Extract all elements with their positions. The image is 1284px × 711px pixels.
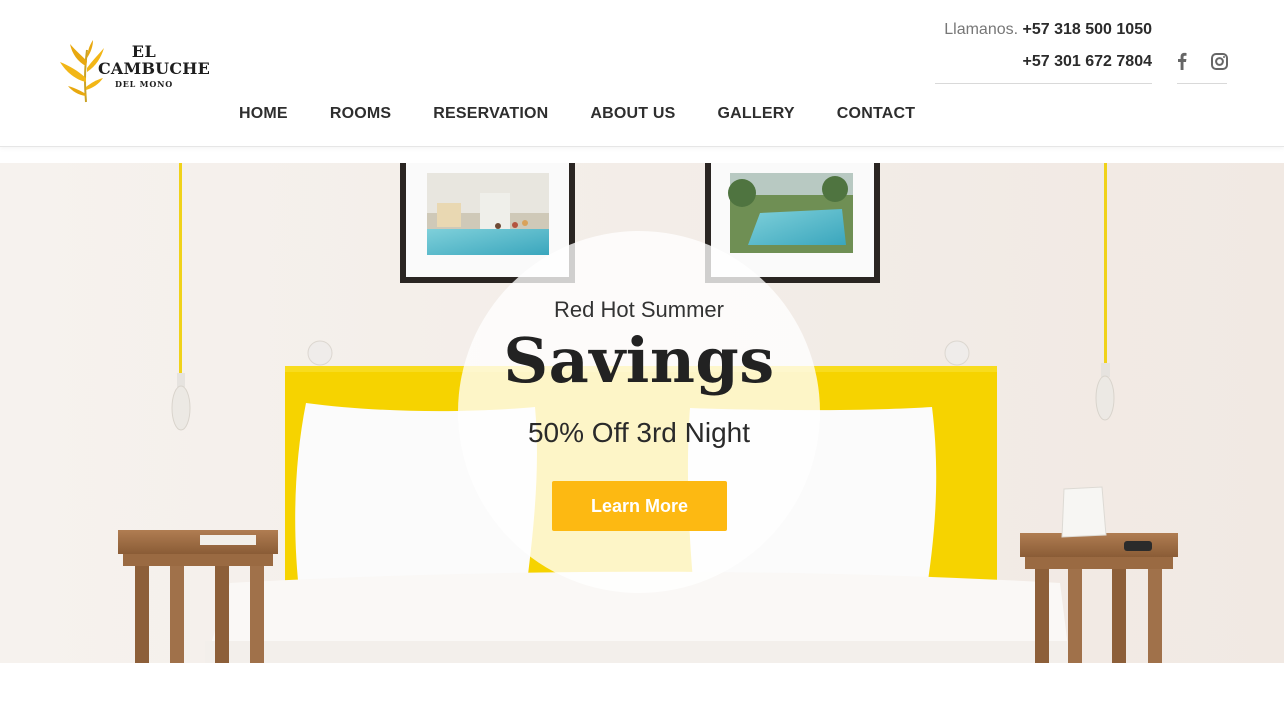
- learn-more-button[interactable]: Learn More: [552, 481, 727, 531]
- nav-gallery[interactable]: GALLERY: [697, 100, 816, 130]
- nav-contact[interactable]: CONTACT: [816, 100, 936, 130]
- hero-slider: Red Hot Summer Savings 50% Off 3rd Night…: [0, 163, 1284, 663]
- logo-line-3: DEL MONO: [115, 79, 173, 89]
- contact-prefix: Llamanos.: [944, 21, 1019, 38]
- contact-divider: [935, 83, 1152, 84]
- hero-offer: 50% Off 3rd Night: [527, 417, 751, 448]
- logo-line-1: EL: [131, 42, 157, 61]
- hero-subtitle: Red Hot Summer: [554, 297, 724, 322]
- main-nav: HOME ROOMS RESERVATION ABOUT US GALLERY …: [218, 100, 936, 130]
- page: EL CAMBUCHE DEL MONO Llamanos. +57 318 5…: [0, 0, 1284, 711]
- site-header: EL CAMBUCHE DEL MONO Llamanos. +57 318 5…: [0, 0, 1284, 147]
- logo-line-2: CAMBUCHE: [98, 59, 210, 78]
- logo-wordmark: EL CAMBUCHE DEL MONO: [98, 42, 210, 90]
- social-divider: [1177, 83, 1227, 84]
- phone-1-link[interactable]: +57 318 500 1050: [1023, 21, 1152, 38]
- nav-rooms[interactable]: ROOMS: [309, 100, 412, 130]
- facebook-icon[interactable]: [1173, 50, 1191, 72]
- phone-2-link[interactable]: +57 301 672 7804: [935, 50, 1152, 74]
- nav-reservation[interactable]: RESERVATION: [412, 100, 569, 130]
- nav-about-us[interactable]: ABOUT US: [569, 100, 696, 130]
- instagram-icon[interactable]: [1210, 50, 1228, 72]
- contact-row-1: Llamanos. +57 318 500 1050: [935, 18, 1152, 42]
- promo-circle: [458, 231, 820, 593]
- logo[interactable]: EL CAMBUCHE DEL MONO: [58, 38, 210, 104]
- contact-info: Llamanos. +57 318 500 1050 +57 301 672 7…: [935, 18, 1152, 74]
- social-links: [1177, 50, 1228, 74]
- hero-title: Savings: [503, 324, 775, 397]
- nav-home[interactable]: HOME: [218, 100, 309, 130]
